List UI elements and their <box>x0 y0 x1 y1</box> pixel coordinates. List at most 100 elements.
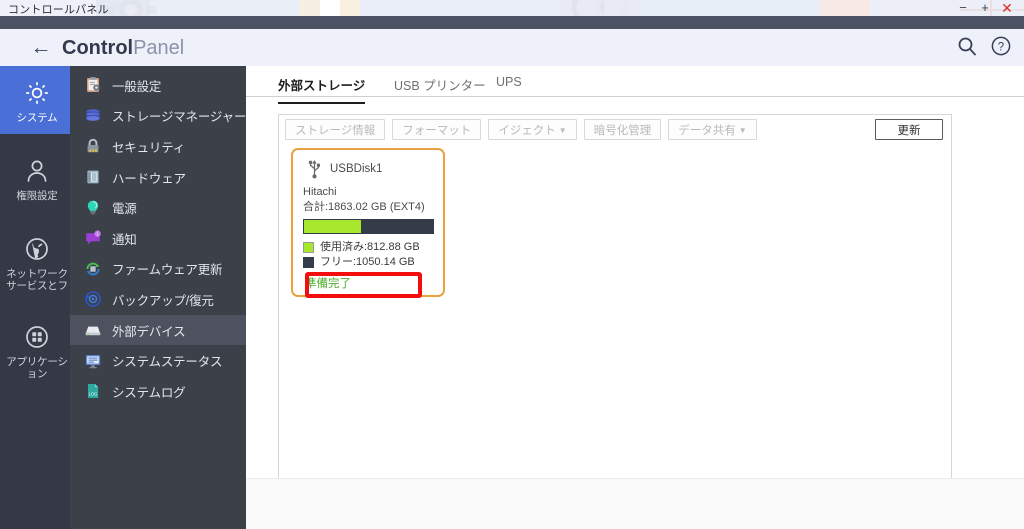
maximize-button[interactable]: + <box>974 1 996 14</box>
rail-item-applications[interactable]: アプリケーション <box>0 302 74 390</box>
rail-label-permissions: 権限設定 <box>16 190 58 202</box>
close-button[interactable]: ✕ <box>996 1 1018 15</box>
rail-item-permissions[interactable]: 権限設定 <box>0 134 74 212</box>
legend-swatch-used <box>303 242 314 253</box>
grid-icon <box>2 322 72 352</box>
sidebar-label-security: セキュリティ <box>112 140 186 155</box>
window-titlebar <box>0 16 1024 29</box>
database-icon <box>84 107 102 125</box>
help-icon[interactable]: ? <box>990 35 1012 57</box>
chevron-down-icon: ▼ <box>558 125 567 135</box>
sidebar-item-system-log[interactable]: LOG システムログ <box>70 376 246 407</box>
sidebar-label-storage-manager: ストレージマネージャー <box>112 110 247 125</box>
back-button[interactable]: ← <box>30 37 52 58</box>
hardware-icon <box>84 168 102 186</box>
tab-usb-printer[interactable]: USB プリンター <box>394 75 486 102</box>
storage-info-label: ストレージ情報 <box>295 124 376 137</box>
firmware-update-icon <box>84 260 102 278</box>
legend-label-free: フリー:1050.14 GB <box>320 256 415 268</box>
minimize-button[interactable]: − <box>952 1 974 14</box>
device-list-panel: USBDisk1 Hitachi 合計:1863.02 GB (EXT4) 使用… <box>278 144 952 509</box>
data-share-label: データ共有 <box>678 124 736 137</box>
legend-swatch-free <box>303 257 314 268</box>
tab-ups[interactable]: UPS <box>496 75 522 97</box>
page-title-light: Panel <box>133 37 185 59</box>
window-footer <box>246 478 1024 529</box>
sidebar-item-hardware[interactable]: ハードウェア <box>70 162 246 193</box>
device-card-usbdisk1[interactable]: USBDisk1 Hitachi 合計:1863.02 GB (EXT4) 使用… <box>291 148 445 298</box>
rail-label-network: ネットワーク サービスとフ <box>6 268 68 292</box>
eject-button[interactable]: イジェクト ▼ <box>488 119 577 140</box>
device-capacity: 合計:1863.02 GB (EXT4) <box>303 200 425 213</box>
encryption-management-button[interactable]: 暗号化管理 <box>583 119 662 140</box>
svg-text:LOG: LOG <box>89 392 98 397</box>
device-card-header: USBDisk1 <box>293 150 443 179</box>
search-icon[interactable] <box>956 35 978 57</box>
sidebar-item-system-status[interactable]: システムステータス <box>70 345 246 376</box>
red-highlight-box <box>305 272 422 298</box>
main-content: 外部ストレージ USB プリンター UPS ストレージ情報 フォーマット イジェ… <box>246 66 1024 529</box>
format-label: フォーマット <box>402 124 472 137</box>
header-actions: ? <box>956 35 1012 57</box>
clipboard-icon <box>84 76 102 94</box>
legend-label-used: 使用済み:812.88 GB <box>320 241 420 253</box>
sidebar-item-general[interactable]: 一般設定 <box>70 70 246 101</box>
refresh-button[interactable]: 更新 <box>875 119 943 140</box>
sidebar-label-backup-restore: バックアップ/復元 <box>112 293 214 308</box>
sidebar-label-power: 電源 <box>112 202 137 217</box>
window-controls: − + ✕ <box>952 1 1018 15</box>
app-header: ← ControlPanel ? <box>0 29 1024 67</box>
log-icon: LOG <box>84 382 102 400</box>
sidebar-item-backup-restore[interactable]: バックアップ/復元 <box>70 284 246 315</box>
sidebar-item-notification[interactable]: 1 通知 <box>70 223 246 254</box>
format-button[interactable]: フォーマット <box>392 119 482 140</box>
sidebar-item-external-device[interactable]: 外部デバイス <box>70 314 246 346</box>
encryption-management-label: 暗号化管理 <box>593 124 652 137</box>
chevron-down-icon: ▼ <box>738 125 747 135</box>
usage-bar-fill <box>304 220 361 233</box>
storage-info-button[interactable]: ストレージ情報 <box>285 119 386 140</box>
rail-item-system[interactable]: システム <box>0 66 74 134</box>
usage-bar <box>303 219 434 234</box>
notification-icon: 1 <box>84 229 102 247</box>
monitor-icon <box>84 352 102 370</box>
sidebar-label-hardware: ハードウェア <box>112 171 186 186</box>
rail-item-network[interactable]: ネットワーク サービスとフ <box>0 212 74 302</box>
sidebar-item-storage-manager[interactable]: ストレージマネージャー <box>70 101 246 132</box>
svg-text:?: ? <box>998 42 1004 54</box>
sidebar-label-notification: 通知 <box>112 232 137 247</box>
tab-bar: 外部ストレージ USB プリンター UPS <box>246 66 1024 104</box>
rail-label-applications: アプリケーション <box>6 356 68 380</box>
sidebar-item-power[interactable]: 電源 <box>70 192 246 223</box>
page-title-bold: Control <box>62 37 134 59</box>
refresh-label: 更新 <box>897 124 921 137</box>
desktop-wallpaper: コントロールパネル − + ✕ <box>0 0 1024 32</box>
page-title: ControlPanel <box>62 36 184 60</box>
usage-legend: 使用済み:812.88 GB フリー:1050.14 GB <box>303 240 443 270</box>
sidebar-label-general: 一般設定 <box>112 79 162 94</box>
usb-icon <box>308 160 320 179</box>
device-meta: Hitachi 合計:1863.02 GB (EXT4) <box>293 179 443 214</box>
legend-row-used: 使用済み:812.88 GB <box>303 240 443 255</box>
data-share-button[interactable]: データ共有 ▼ <box>668 119 757 140</box>
sidebar-item-security[interactable]: セキュリティ <box>70 131 246 162</box>
globe-icon <box>2 234 72 264</box>
gear-icon <box>2 78 72 108</box>
bulb-icon <box>84 199 102 217</box>
eject-label: イジェクト <box>498 124 556 137</box>
tab-external-storage[interactable]: 外部ストレージ <box>278 75 366 104</box>
user-icon <box>2 156 72 186</box>
lock-icon <box>84 137 102 155</box>
toolbar-right: 更新 <box>875 119 943 140</box>
legend-row-free: フリー:1050.14 GB <box>303 255 443 270</box>
toolbar-panel: ストレージ情報 フォーマット イジェクト ▼ 暗号化管理 データ共有 ▼ 更新 <box>278 114 952 146</box>
sidebar-label-firmware-update: ファームウェア更新 <box>112 263 223 278</box>
device-name: USBDisk1 <box>330 163 383 175</box>
settings-nav: 一般設定 ストレージマネージャー セキュリティ ハードウェア 電源 1 通知 フ… <box>70 66 246 529</box>
taskbar-label: コントロールパネル <box>8 4 109 16</box>
sidebar-label-system-log: システムログ <box>112 385 186 400</box>
control-panel-window: コントロールパネル − + ✕ ← ControlPanel ? システム 権限… <box>0 0 1024 529</box>
category-rail: システム 権限設定 ネットワーク サービスとフ アプリケーション <box>0 66 74 529</box>
sidebar-label-external-device: 外部デバイス <box>112 324 186 339</box>
sidebar-item-firmware-update[interactable]: ファームウェア更新 <box>70 254 246 285</box>
